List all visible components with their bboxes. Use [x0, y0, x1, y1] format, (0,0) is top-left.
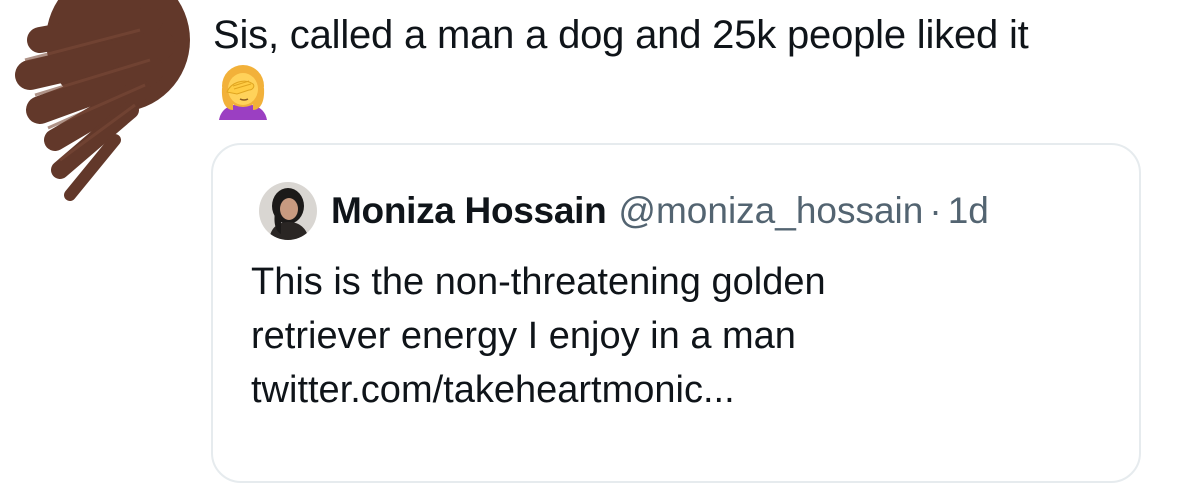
quoted-author-avatar[interactable]: [259, 182, 317, 240]
tweet-text: Sis, called a man a dog and 25k people l…: [213, 13, 1029, 57]
quoted-tweet-header: Moniza Hossain @moniza_hossain · 1d: [259, 181, 989, 241]
quoted-author-handle[interactable]: @moniza_hossain: [618, 190, 923, 232]
header-separator: ·: [929, 190, 942, 231]
quoted-tweet-timestamp[interactable]: 1d: [948, 190, 989, 232]
quoted-tweet-line: retriever energy I enjoy in a man: [251, 315, 796, 357]
quoted-author-name[interactable]: Moniza Hossain: [331, 190, 607, 232]
redacted-avatar-scribble: [15, 0, 190, 201]
quoted-tweet-line: This is the non-threatening golden: [251, 261, 826, 303]
quoted-tweet-link[interactable]: twitter.com/takeheartmonic...: [251, 363, 1111, 417]
facepalm-woman-emoji: [219, 65, 267, 120]
quoted-tweet-body: This is the non-threatening golden retri…: [251, 255, 1111, 417]
quoted-tweet-card[interactable]: Moniza Hossain @moniza_hossain · 1d This…: [211, 143, 1141, 483]
